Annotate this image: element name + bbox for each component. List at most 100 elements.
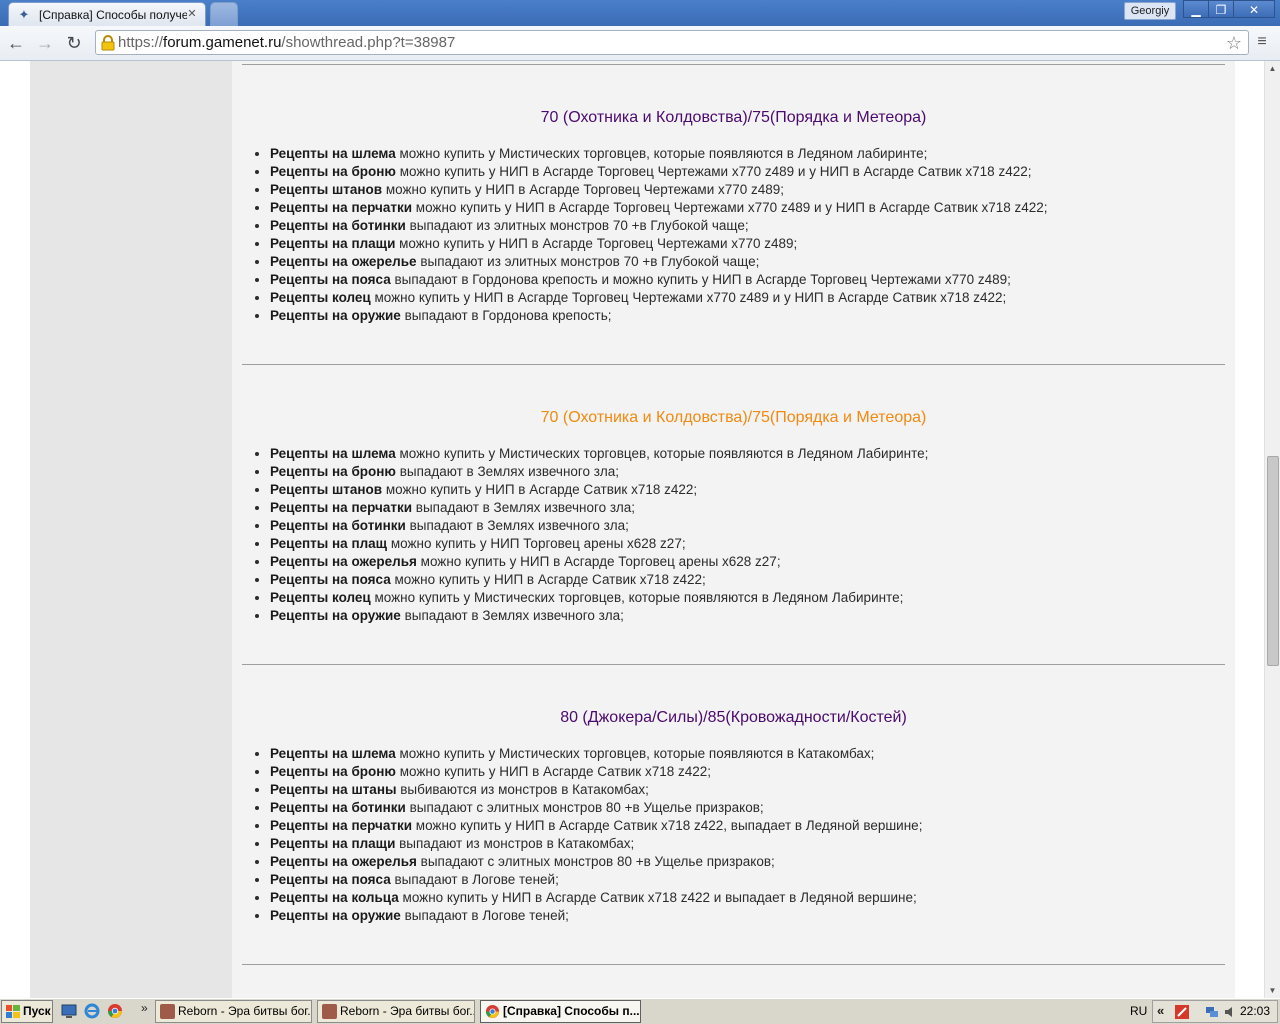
recipe-type: Рецепты на перчатки — [270, 200, 413, 215]
back-arrow-icon[interactable]: ← — [4, 31, 28, 55]
list-item: Рецепты на кольца можно купить у НИП в А… — [270, 889, 1230, 907]
recipe-source: можно купить у Мистических торговцев, ко… — [370, 590, 904, 605]
red-app-tray-icon[interactable] — [1175, 1005, 1189, 1019]
lock-icon — [101, 35, 115, 51]
title-bar: ✦ [Справка] Способы получе ✕ Georgiy ▁ ❐… — [0, 0, 1280, 26]
list-item: Рецепты на плащи выпадают из монстров в … — [270, 835, 1230, 853]
system-tray: « 22:03 — [1152, 1000, 1278, 1023]
recipe-type: Рецепты на ботинки — [270, 800, 406, 815]
recipe-source: можно купить у НИП в Асгарде Сатвик x718… — [412, 818, 923, 833]
bookmark-star-icon[interactable]: ☆ — [1226, 33, 1242, 53]
address-bar[interactable]: https://forum.gamenet.ru/showthread.php?… — [95, 30, 1249, 55]
recipe-type: Рецепты на ожерелья — [270, 554, 417, 569]
recipe-source: выпадают в Землях извечного зла; — [395, 464, 619, 479]
recipe-type: Рецепты штанов — [270, 182, 383, 197]
close-window-button[interactable]: ✕ — [1233, 0, 1275, 18]
list-item: Рецепты на шлема можно купить у Мистичес… — [270, 145, 1230, 163]
recipe-source: можно купить у НИП в Асгарде Торговец Че… — [382, 182, 785, 197]
recipe-source: выпадают из элитных монстров 70 +в Глубо… — [416, 254, 760, 269]
restore-button[interactable]: ❐ — [1208, 0, 1234, 18]
tray-expand-icon[interactable]: « — [1157, 1003, 1164, 1018]
tab-active[interactable]: ✦ [Справка] Способы получе ✕ — [8, 2, 206, 26]
volume-tray-icon[interactable] — [1223, 1005, 1237, 1019]
right-gutter — [1235, 61, 1264, 998]
recipe-type: Рецепты на кольца — [270, 890, 399, 905]
recipe-source: можно купить у НИП в Асгарде Торговец Че… — [370, 290, 1007, 305]
start-button[interactable]: Пуск — [1, 1000, 53, 1023]
recipe-source: можно купить у НИП в Асгарде Торговец Че… — [395, 164, 1032, 179]
forum-favicon-icon: ✦ — [18, 7, 30, 22]
recipe-source: выпадают в Логове теней; — [390, 872, 559, 887]
list-item: Рецепты на ботинки выпадают в Землях изв… — [270, 517, 1230, 535]
vertical-scrollbar[interactable]: ▲ ▼ — [1264, 61, 1280, 998]
recipe-source: можно купить у НИП в Асгарде Торговец Че… — [395, 236, 798, 251]
new-tab-button[interactable] — [210, 2, 238, 26]
start-label: Пуск — [23, 1004, 51, 1018]
recipe-list: Рецепты на шлема можно купить у Мистичес… — [252, 145, 1230, 325]
scroll-up-arrow-icon[interactable]: ▲ — [1265, 61, 1280, 76]
language-indicator[interactable]: RU — [1130, 1004, 1147, 1018]
internet-explorer-icon[interactable] — [84, 1003, 100, 1019]
url-host: forum.gamenet.ru — [163, 34, 282, 51]
list-item: Рецепты на плащи можно купить у НИП в Ас… — [270, 235, 1230, 253]
list-item: Рецепты штанов можно купить у НИП в Асга… — [270, 181, 1230, 199]
section-title: 70 (Охотника и Колдовства)/75(Порядка и … — [540, 109, 927, 126]
recipe-type: Рецепты на ботинки — [270, 518, 406, 533]
game-app-icon — [322, 1004, 337, 1019]
recipe-source: можно купить у НИП в Асгарде Торговец ар… — [416, 554, 781, 569]
url-scheme: https:// — [118, 34, 164, 51]
recipe-list: Рецепты на шлема можно купить у Мистичес… — [252, 745, 1230, 925]
quicklaunch-more-icon[interactable]: » — [141, 1001, 148, 1015]
recipe-type: Рецепты штанов — [270, 482, 383, 497]
user-profile-button[interactable]: Georgiy — [1124, 2, 1176, 20]
tab-title: [Справка] Способы получе — [39, 8, 187, 22]
recipe-source: выпадают в Землях извечного зла; — [405, 518, 629, 533]
recipe-type: Рецепты на перчатки — [270, 500, 413, 515]
recipe-source: выпадают из монстров в Катакомбах; — [395, 836, 635, 851]
taskbar-button-reborn-1[interactable]: Reborn - Эра битвы бог... — [155, 1000, 312, 1023]
recipe-source: выпадают с элитных монстров 80 +в Ущелье… — [416, 854, 775, 869]
list-item: Рецепты на ботинки выпадают с элитных мо… — [270, 799, 1230, 817]
scroll-down-arrow-icon[interactable]: ▼ — [1265, 983, 1280, 998]
task-label: Reborn - Эра битвы бог... — [340, 1004, 475, 1018]
list-item: Рецепты на ботинки выпадают из элитных м… — [270, 217, 1230, 235]
recipe-source: можно купить у НИП в Асгарде Сатвик x718… — [398, 890, 917, 905]
list-item: Рецепты на перчатки выпадают в Землях из… — [270, 499, 1230, 517]
taskbar-button-reborn-2[interactable]: Reborn - Эра битвы бог... — [317, 1000, 475, 1023]
section-divider — [242, 64, 1225, 65]
chrome-icon[interactable] — [107, 1003, 123, 1019]
recipe-source: выпадают из элитных монстров 70 +в Глубо… — [405, 218, 749, 233]
list-item: Рецепты на шлема можно купить у Мистичес… — [270, 745, 1230, 763]
recipe-type: Рецепты колец — [270, 590, 371, 605]
recipe-source: можно купить у НИП в Асгарде Сатвик x718… — [382, 482, 698, 497]
list-item: Рецепты на броню выпадают в Землях извеч… — [270, 463, 1230, 481]
task-label: Reborn - Эра битвы бог... — [178, 1004, 312, 1018]
recipe-list: Рецепты на шлема можно купить у Мистичес… — [252, 445, 1230, 625]
recipe-source: можно купить у НИП в Асгарде Торговец Че… — [412, 200, 1048, 215]
left-sidebar-gutter — [30, 61, 232, 998]
recipe-source: можно купить у НИП в Асгарде Сатвик x718… — [390, 572, 706, 587]
section-title: 80 (Джокера/Силы)/85(Кровожадности/Косте… — [560, 709, 907, 726]
network-tray-icon[interactable] — [1205, 1005, 1219, 1019]
recipe-type: Рецепты на оружие — [270, 308, 401, 323]
recipe-type: Рецепты на перчатки — [270, 818, 413, 833]
tab-close-icon[interactable]: ✕ — [185, 7, 199, 21]
scroll-thumb[interactable] — [1267, 456, 1279, 666]
minimize-button[interactable]: ▁ — [1183, 0, 1209, 18]
recipe-type: Рецепты на пояса — [270, 572, 391, 587]
taskbar-button-chrome[interactable]: [Справка] Способы п... — [480, 1000, 641, 1023]
recipe-source: можно купить у НИП в Асгарде Сатвик x718… — [395, 764, 711, 779]
show-desktop-icon[interactable] — [61, 1003, 77, 1019]
reload-icon[interactable]: ↻ — [62, 31, 86, 55]
task-label: [Справка] Способы п... — [503, 1004, 640, 1018]
list-item: Рецепты на броню можно купить у НИП в Ас… — [270, 163, 1230, 181]
recipe-type: Рецепты на пояса — [270, 872, 391, 887]
browser-toolbar: ← → ↻ https://forum.gamenet.ru/showthrea… — [0, 26, 1280, 61]
recipe-source: выбиваются из монстров в Катакомбах; — [396, 782, 649, 797]
windows-taskbar: Пуск » Reborn - Эра битвы бог... Reborn … — [0, 998, 1280, 1024]
recipe-type: Рецепты колец — [270, 290, 371, 305]
recipe-source: выпадают в Логове теней; — [400, 908, 569, 923]
game-app-icon — [160, 1004, 175, 1019]
browser-menu-icon[interactable]: ≡ — [1254, 34, 1270, 50]
forward-arrow-icon[interactable]: → — [33, 31, 57, 55]
